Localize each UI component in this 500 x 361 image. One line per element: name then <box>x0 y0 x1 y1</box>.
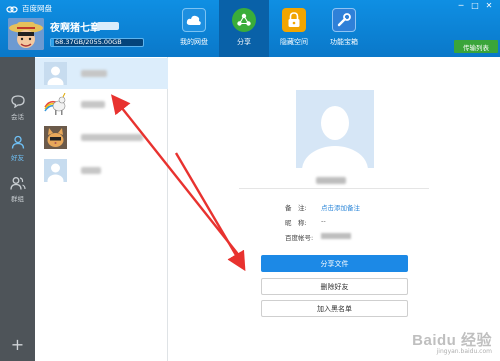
rail-label: 群组 <box>11 195 24 203</box>
account-label: 百度帐号: <box>285 234 314 242</box>
nav-share[interactable]: 分享 <box>219 0 269 57</box>
rail-item-groups[interactable]: 群组 <box>0 176 35 203</box>
user-avatar[interactable] <box>8 18 44 50</box>
straw-hat-avatar-icon <box>8 18 44 50</box>
account-row: 百度帐号: <box>285 232 351 242</box>
default-avatar-icon <box>44 62 67 85</box>
unicorn-avatar-icon <box>44 93 67 116</box>
vip-badge <box>97 22 119 30</box>
friend-name-blurred <box>81 70 107 77</box>
rail-label: 会话 <box>11 113 24 121</box>
nav-label: 隐藏空间 <box>280 38 308 46</box>
storage-fill <box>51 39 55 46</box>
friend-icon <box>11 135 24 149</box>
minimize-button[interactable]: ─ <box>454 0 468 12</box>
watermark-logo: Baidu 经验 <box>412 332 492 349</box>
cat-avatar-icon <box>44 126 67 149</box>
friend-name-blurred <box>81 101 105 108</box>
username: 夜啊猪七章 <box>50 23 100 34</box>
group-icon <box>9 177 26 190</box>
toolbox-icon <box>332 8 356 32</box>
watermark: Baidu 经验 jingyan.baidu.com <box>412 329 492 355</box>
nav-label: 功能宝箱 <box>330 38 358 46</box>
share-file-button[interactable]: 分享文件 <box>261 255 408 272</box>
left-rail: 会话 好友 群组 + <box>0 57 35 361</box>
title-bar: 百度网盘 <box>6 2 52 14</box>
divider <box>239 188 429 189</box>
main-nav: 我的网盘 分享 隐藏空间 功能宝箱 <box>169 0 369 57</box>
friend-list-item[interactable] <box>35 58 168 89</box>
transfer-list-label: 传输列表 <box>463 43 489 52</box>
add-button[interactable]: + <box>0 337 35 353</box>
nav-hidden-space[interactable]: 隐藏空间 <box>269 0 319 57</box>
nav-label: 分享 <box>237 38 251 46</box>
blacklist-label: 加入黑名单 <box>317 304 352 313</box>
nav-my-drive[interactable]: 我的网盘 <box>169 0 219 57</box>
share-file-label: 分享文件 <box>320 259 349 268</box>
delete-friend-button[interactable]: 删除好友 <box>261 278 408 295</box>
friend-list-item[interactable] <box>35 155 168 186</box>
nickname-value: -- <box>321 217 326 225</box>
add-remark-link[interactable]: 点击添加备注 <box>321 202 360 212</box>
nav-label: 我的网盘 <box>180 38 208 46</box>
maximize-button[interactable]: □ <box>468 0 482 12</box>
rail-label: 好友 <box>11 154 24 162</box>
cloud-logo-icon <box>6 5 18 13</box>
friend-list-item[interactable] <box>35 89 168 120</box>
transfer-list-button[interactable]: 传输列表 <box>454 40 498 53</box>
nickname-row: 昵 称: -- <box>285 217 326 227</box>
delete-friend-label: 删除好友 <box>320 282 349 291</box>
profile-avatar-icon <box>296 90 374 168</box>
watermark-url: jingyan.baidu.com <box>436 348 492 355</box>
friend-list <box>35 57 168 361</box>
remark-label: 备 注: <box>285 204 307 212</box>
profile-name-blurred <box>316 177 346 184</box>
remark-row: 备 注: 点击添加备注 <box>285 202 360 212</box>
rail-item-friends[interactable]: 好友 <box>0 135 35 162</box>
account-value-blurred <box>321 233 351 239</box>
friend-list-item[interactable] <box>35 122 168 153</box>
header-bar: 百度网盘 ─ □ ✕ 夜啊猪七章 68.37GB/2055.00GB 我的网盘 <box>0 0 500 57</box>
nickname-label: 昵 称: <box>285 219 307 227</box>
app-title: 百度网盘 <box>22 3 52 13</box>
nav-toolbox[interactable]: 功能宝箱 <box>319 0 369 57</box>
storage-text: 68.37GB/2055.00GB <box>55 38 122 46</box>
default-avatar-icon <box>44 159 67 182</box>
friend-detail-panel: 备 注: 点击添加备注 昵 称: -- 百度帐号: 分享文件 删除好友 加入黑名… <box>169 57 500 361</box>
cloud-drive-icon <box>182 8 206 32</box>
add-to-blacklist-button[interactable]: 加入黑名单 <box>261 300 408 317</box>
window-controls: ─ □ ✕ <box>454 0 496 12</box>
friend-name-blurred <box>81 167 101 174</box>
lock-icon <box>282 8 306 32</box>
share-icon <box>232 8 256 32</box>
rail-item-chat[interactable]: 会话 <box>0 95 35 121</box>
friend-name-blurred <box>81 134 143 141</box>
close-button[interactable]: ✕ <box>482 0 496 12</box>
chat-icon <box>10 95 25 108</box>
storage-bar: 68.37GB/2055.00GB <box>50 38 144 47</box>
